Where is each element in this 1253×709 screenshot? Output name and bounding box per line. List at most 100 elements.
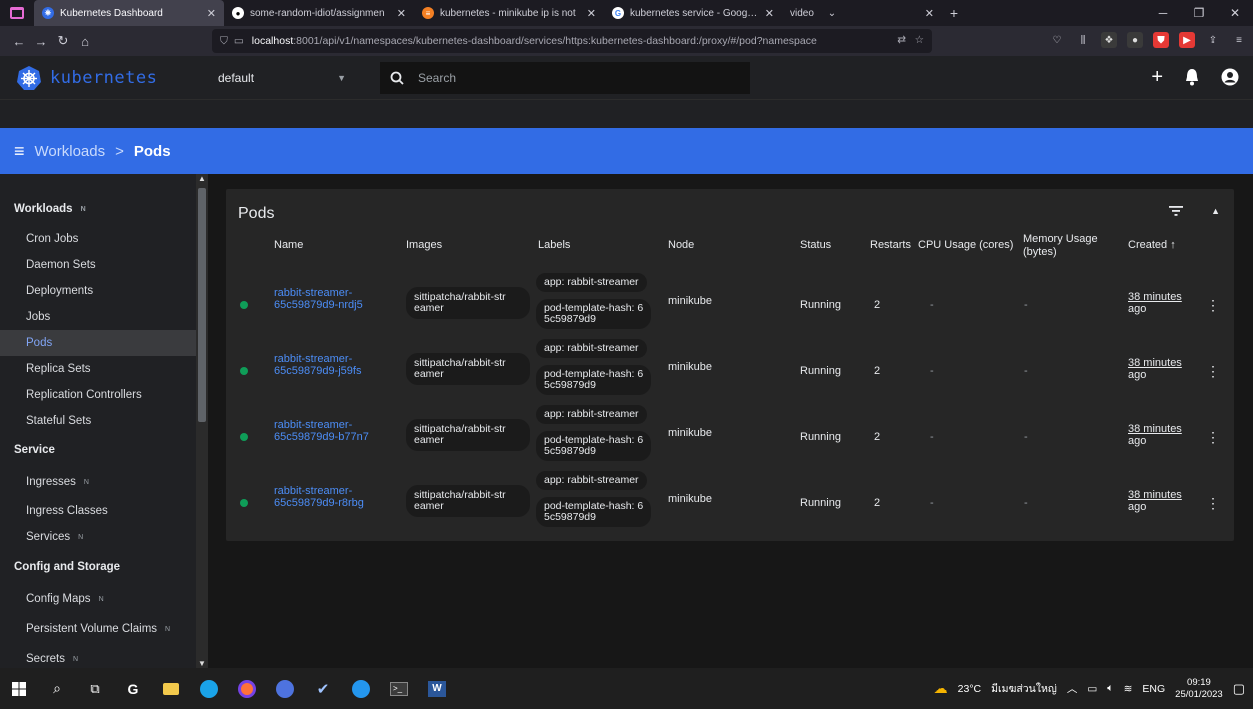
col-header-node[interactable]: Node xyxy=(668,239,694,252)
github-favicon-icon: ● xyxy=(232,7,244,19)
battery-icon[interactable]: ▭ xyxy=(1087,683,1097,695)
more-actions-icon[interactable]: ⋮ xyxy=(1206,495,1220,512)
task-view-icon[interactable]: ⧉ xyxy=(76,668,114,709)
network-icon[interactable]: ≋ xyxy=(1124,683,1133,695)
edge-icon[interactable] xyxy=(190,668,228,709)
volume-icon[interactable]: 🔈︎ xyxy=(1107,682,1113,695)
more-actions-icon[interactable]: ⋮ xyxy=(1206,297,1220,314)
back-icon[interactable]: ← xyxy=(8,34,30,49)
sidebar-item-cron-jobs[interactable]: Cron Jobs xyxy=(0,226,208,252)
close-window-icon[interactable]: ✕ xyxy=(1217,6,1253,20)
show-hidden-icons-icon[interactable]: ︿ xyxy=(1067,681,1078,696)
url-bar[interactable]: ⛉ ▭ localhost:8001/api/v1/namespaces/kub… xyxy=(212,29,932,53)
tab-stackoverflow[interactable]: ≡ kubernetes - minikube ip is not ✕ xyxy=(414,0,604,26)
sidebar-item-stateful-sets[interactable]: Stateful Sets xyxy=(0,408,208,434)
new-tab-icon[interactable]: + xyxy=(942,5,966,21)
extension-2-icon[interactable]: ● xyxy=(1127,32,1143,48)
clock[interactable]: 09:19 25/01/2023 xyxy=(1175,677,1223,701)
language-indicator[interactable]: ENG xyxy=(1142,683,1165,695)
weather-text[interactable]: มีเมฆส่วนใหญ่ xyxy=(991,680,1057,697)
close-tab-icon[interactable]: ✕ xyxy=(925,7,934,20)
sidebar-item-persistent-volume-claims[interactable]: Persistent Volume Claims N xyxy=(0,614,208,644)
sidebar-item-secrets[interactable]: Secrets N xyxy=(0,644,208,668)
sidebar-item-deployments[interactable]: Deployments xyxy=(0,278,208,304)
sidebar-item-ingress-classes[interactable]: Ingress Classes xyxy=(0,498,208,524)
sidebar-item-replication-controllers[interactable]: Replication Controllers xyxy=(0,382,208,408)
extension-3-icon[interactable]: ▶ xyxy=(1179,32,1195,48)
home-icon[interactable]: ⌂ xyxy=(74,34,96,49)
forward-icon[interactable]: → xyxy=(30,34,52,49)
app-check-icon[interactable]: ✔ xyxy=(304,668,342,709)
sidebar-item-ingresses[interactable]: Ingresses N xyxy=(0,466,208,498)
tab-kubernetes-dashboard[interactable]: ⎈ Kubernetes Dashboard ✕ xyxy=(34,0,224,26)
restore-icon[interactable]: ❐ xyxy=(1181,6,1217,20)
ublock-icon[interactable]: ⛊ xyxy=(1153,32,1169,48)
menu-icon[interactable]: ≡ xyxy=(1231,32,1247,48)
scroll-down-icon[interactable]: ▼ xyxy=(196,659,208,668)
filter-icon[interactable] xyxy=(1169,205,1184,217)
brand[interactable]: kubernetes xyxy=(0,65,208,91)
sidebar-header-workloads[interactable]: Workloads N xyxy=(0,192,208,226)
sidebar-item-replica-sets[interactable]: Replica Sets xyxy=(0,356,208,382)
table-row: rabbit-streamer- 65c59879d9-b77n7 sittipa… xyxy=(226,405,1234,471)
account-icon[interactable] xyxy=(1221,68,1239,86)
pod-name-link[interactable]: rabbit-streamer- 65c59879d9-r8rbg xyxy=(274,485,364,509)
sidebar-header-config-and-storage[interactable]: Config and Storage xyxy=(0,550,208,584)
reload-icon[interactable]: ↻ xyxy=(52,33,74,49)
sidebar-header-service[interactable]: Service xyxy=(0,434,208,466)
collapse-icon[interactable]: ▲ xyxy=(1211,206,1220,216)
pod-name-link[interactable]: rabbit-streamer- 65c59879d9-nrdj5 xyxy=(274,287,363,311)
library-icon[interactable]: ⫼ xyxy=(1075,32,1091,48)
tab-video[interactable]: video ✕ xyxy=(782,0,942,26)
search-taskbar-icon[interactable]: ⌕ xyxy=(38,668,76,709)
sidebar-item-pods[interactable]: Pods xyxy=(0,330,208,356)
share-icon[interactable]: ⇪ xyxy=(1205,32,1221,48)
search-input[interactable]: Search xyxy=(380,62,750,94)
app-blue-icon[interactable] xyxy=(266,668,304,709)
sidebar-item-services[interactable]: Services N xyxy=(0,524,208,550)
pod-name-link[interactable]: rabbit-streamer- 65c59879d9-b77n7 xyxy=(274,419,369,443)
app-g-icon[interactable]: G xyxy=(114,668,152,709)
tab-google-search[interactable]: G kubernetes service - Google Se ✕ xyxy=(604,0,782,26)
more-actions-icon[interactable]: ⋮ xyxy=(1206,429,1220,446)
close-tab-icon[interactable]: ✕ xyxy=(765,7,774,20)
notifications-icon[interactable]: ▢ xyxy=(1233,681,1245,697)
hamburger-menu-icon[interactable]: ≡ xyxy=(14,141,25,162)
sidebar-item-daemon-sets[interactable]: Daemon Sets xyxy=(0,252,208,278)
more-actions-icon[interactable]: ⋮ xyxy=(1206,363,1220,380)
namespace-selector[interactable]: default ▼ xyxy=(208,56,356,100)
create-plus-icon[interactable]: + xyxy=(1151,67,1163,87)
scrollbar-thumb[interactable] xyxy=(198,188,206,422)
list-tabs-icon[interactable]: ⌄ xyxy=(812,8,852,19)
docker-icon[interactable] xyxy=(342,668,380,709)
terminal-icon[interactable]: >_ xyxy=(380,668,418,709)
close-tab-icon[interactable]: ✕ xyxy=(397,7,406,20)
pod-name-link[interactable]: rabbit-streamer- 65c59879d9-j59fs xyxy=(274,353,361,377)
close-tab-icon[interactable]: ✕ xyxy=(587,7,596,20)
pocket-icon[interactable]: ♡ xyxy=(1049,32,1065,48)
sidebar-item-config-maps[interactable]: Config Maps N xyxy=(0,584,208,614)
image-line-2: eamer xyxy=(414,368,444,380)
scroll-up-icon[interactable]: ▲ xyxy=(196,174,208,183)
windows-start-icon[interactable] xyxy=(0,668,38,709)
col-header-status[interactable]: Status xyxy=(800,239,831,252)
close-tab-icon[interactable]: ✕ xyxy=(207,7,216,20)
breadcrumb-workloads[interactable]: Workloads xyxy=(35,143,106,160)
weather-temperature[interactable]: 23°C xyxy=(958,683,981,695)
col-header-name[interactable]: Name xyxy=(274,239,303,252)
extension-1-icon[interactable]: ❖ xyxy=(1101,32,1117,48)
tab-title: kubernetes - minikube ip is not xyxy=(440,7,576,19)
firefox-view-icon[interactable] xyxy=(0,0,34,26)
minimize-icon[interactable]: ─ xyxy=(1145,6,1181,20)
notifications-bell-icon[interactable] xyxy=(1185,68,1199,86)
sidebar-label: Replica Sets xyxy=(26,363,91,375)
tab-github[interactable]: ● some-random-idiot/assignmen ✕ xyxy=(224,0,414,26)
file-explorer-icon[interactable] xyxy=(152,668,190,709)
sidebar-item-jobs[interactable]: Jobs xyxy=(0,304,208,330)
sidebar-scrollbar[interactable]: ▲ ▼ xyxy=(196,174,208,668)
col-header-created[interactable]: Created ↑ xyxy=(1128,239,1176,252)
bookmark-star-icon[interactable]: ☆ xyxy=(914,34,924,46)
translate-icon[interactable]: ⇄ xyxy=(891,34,906,46)
firefox-icon[interactable] xyxy=(228,668,266,709)
word-icon[interactable]: W xyxy=(418,668,456,709)
